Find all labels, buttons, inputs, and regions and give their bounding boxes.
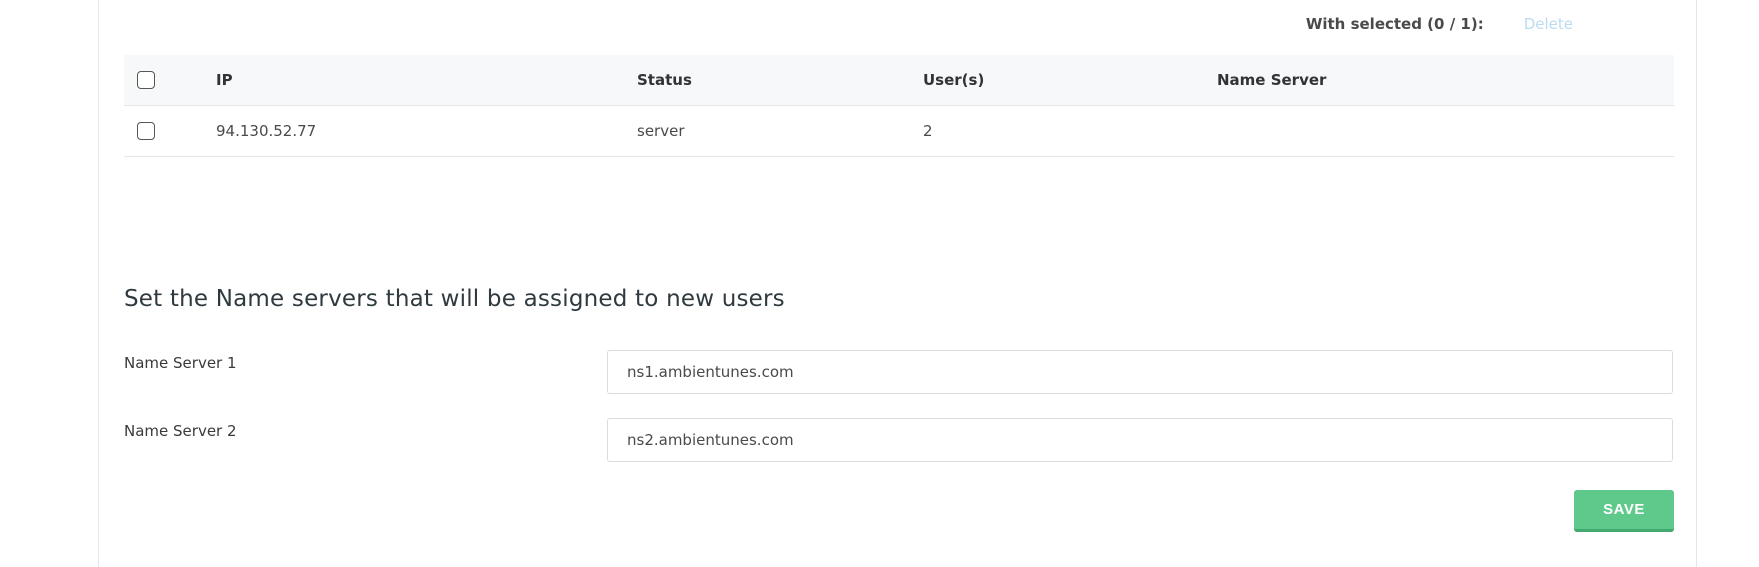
column-header-status[interactable]: Status [637,71,923,89]
table-header-row: IP Status User(s) Name Server [124,55,1674,106]
column-header-users[interactable]: User(s) [923,71,1217,89]
bulk-actions-toolbar: With selected (0 / 1): Delete [0,12,1573,36]
selected-count-label: With selected (0 / 1): [1305,15,1484,33]
users-cell: 2 [923,122,933,140]
ip-table: IP Status User(s) Name Server 94.130.52.… [124,55,1674,157]
row-checkbox-cell [124,122,216,140]
nameservers-section-title: Set the Name servers that will be assign… [124,286,785,312]
row-checkbox[interactable] [137,122,155,140]
column-header-ip[interactable]: IP [216,71,637,89]
ns2-input[interactable] [607,418,1673,462]
ns1-input[interactable] [607,350,1673,394]
ip-cell: 94.130.52.77 [216,122,317,140]
save-button[interactable]: SAVE [1574,490,1674,532]
ns2-label: Name Server 2 [124,422,237,440]
select-all-checkbox[interactable] [137,71,155,89]
table-row: 94.130.52.77 server 2 [124,106,1674,157]
ns1-label: Name Server 1 [124,354,237,372]
status-cell: server [637,122,685,140]
delete-button[interactable]: Delete [1524,15,1573,33]
header-checkbox-cell [124,71,216,89]
column-header-name-server[interactable]: Name Server [1217,71,1674,89]
